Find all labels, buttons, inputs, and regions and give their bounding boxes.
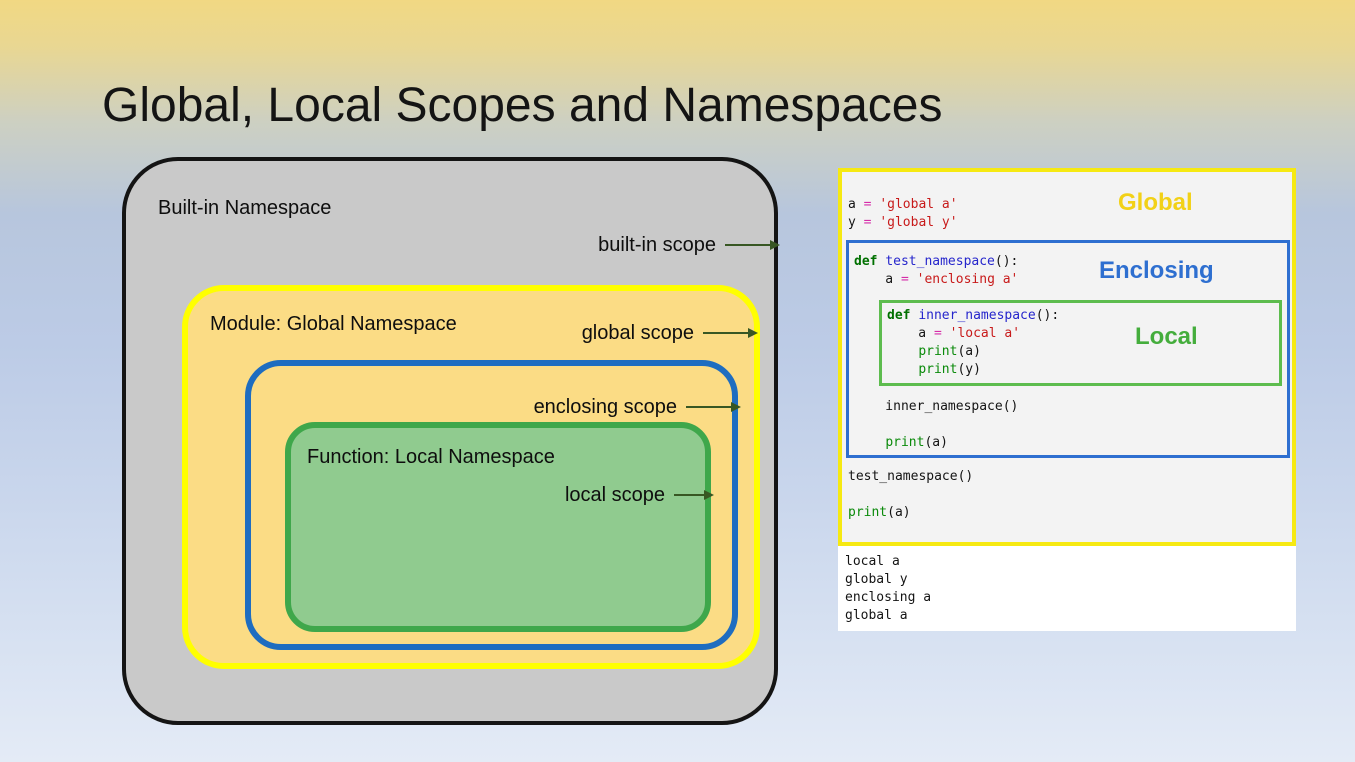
code-line: inner_namespace() xyxy=(854,398,1018,416)
code-token: local a xyxy=(845,554,900,569)
slide-title: Global, Local Scopes and Namespaces xyxy=(102,79,943,132)
local-code-box: def inner_namespace(): a = 'local a' pri… xyxy=(879,300,1282,386)
global-scope-label: global scope xyxy=(581,321,694,344)
code-token: inner_namespace xyxy=(918,308,1036,323)
code-line: a = 'local a' xyxy=(887,325,1059,343)
code-line: print(a) xyxy=(887,343,1059,361)
code-token: a xyxy=(854,272,901,287)
code-token: def xyxy=(887,308,919,323)
code-token: a xyxy=(848,197,864,212)
code-token: global y xyxy=(845,572,908,587)
code-token: 'local a' xyxy=(949,326,1021,341)
code-line: enclosing a xyxy=(845,589,931,607)
code-token: global a xyxy=(845,608,908,623)
code-token: (a) xyxy=(957,344,981,359)
arrow-right-icon xyxy=(674,490,714,500)
code-token: 'global y' xyxy=(879,215,958,230)
code-token: test_namespace xyxy=(885,254,995,269)
code-line: print(a) xyxy=(854,434,1018,452)
code-token: = xyxy=(900,272,917,287)
code-token: 'enclosing a' xyxy=(916,272,1019,287)
enclosing-scope-label: enclosing scope xyxy=(533,395,677,418)
code-token: (): xyxy=(1035,308,1060,323)
code-local-block: def inner_namespace(): a = 'local a' pri… xyxy=(887,307,1059,379)
local-scope-label: local scope xyxy=(564,483,665,506)
global-namespace-label: Module: Global Namespace xyxy=(210,313,457,335)
output-box: local a global y enclosing a global a xyxy=(838,546,1296,631)
code-enclosing-post: inner_namespace() print(a) xyxy=(854,398,1018,452)
code-token: test_namespace() xyxy=(848,469,974,484)
code-token: y xyxy=(848,215,864,230)
slide: Global, Local Scopes and Namespaces Buil… xyxy=(0,0,1355,762)
code-token: (y) xyxy=(957,362,981,377)
code-panel: a = 'global a' y = 'global y' Global def … xyxy=(838,168,1296,546)
code-line: test_namespace() xyxy=(848,468,973,486)
local-namespace-box: Function: Local Namespace xyxy=(285,422,711,632)
code-global-top: a = 'global a' y = 'global y' xyxy=(848,196,958,232)
code-token: = xyxy=(863,215,880,230)
code-line: y = 'global y' xyxy=(848,214,958,232)
code-line: local a xyxy=(845,553,931,571)
code-line: print(a) xyxy=(848,504,973,522)
code-line: def test_namespace(): xyxy=(854,253,1018,271)
code-token: print xyxy=(918,362,958,377)
code-output: local a global y enclosing a global a xyxy=(845,553,931,625)
code-token: print xyxy=(918,344,958,359)
enclosing-section-label: Enclosing xyxy=(1099,257,1214,284)
code-enclosing-pre: def test_namespace(): a = 'enclosing a' xyxy=(854,253,1018,289)
code-token: inner_namespace() xyxy=(854,399,1019,414)
global-section-label: Global xyxy=(1118,189,1193,216)
code-token: enclosing a xyxy=(845,590,932,605)
global-scope-callout: global scope xyxy=(582,320,758,346)
local-namespace-label: Function: Local Namespace xyxy=(307,446,555,468)
code-token: (a) xyxy=(924,435,948,450)
code-global-bottom: test_namespace() print(a) xyxy=(848,468,973,522)
code-token: (): xyxy=(994,254,1019,269)
code-token: = xyxy=(933,326,950,341)
code-token: = xyxy=(863,197,880,212)
code-line: a = 'enclosing a' xyxy=(854,271,1018,289)
enclosing-scope-callout: enclosing scope xyxy=(534,394,741,420)
code-token: print xyxy=(885,435,925,450)
code-line: a = 'global a' xyxy=(848,196,958,214)
code-token: 'global a' xyxy=(879,197,958,212)
arrow-right-icon xyxy=(703,328,758,338)
code-line: def inner_namespace(): xyxy=(887,307,1059,325)
builtin-scope-callout: built-in scope xyxy=(598,232,780,258)
code-line: print(y) xyxy=(887,361,1059,379)
builtin-scope-label: built-in scope xyxy=(598,233,716,256)
builtin-namespace-label: Built-in Namespace xyxy=(158,197,332,219)
local-scope-callout: local scope xyxy=(565,482,714,508)
enclosing-code-box: def test_namespace(): a = 'enclosing a' … xyxy=(846,240,1290,458)
code-line: global a xyxy=(845,607,931,625)
code-token: (a) xyxy=(887,505,911,520)
code-line: global y xyxy=(845,571,931,589)
arrow-right-icon xyxy=(686,402,741,412)
code-token: def xyxy=(854,254,886,269)
arrow-right-icon xyxy=(725,240,780,250)
code-token: print xyxy=(848,505,888,520)
local-section-label: Local xyxy=(1135,323,1198,350)
code-token: a xyxy=(887,326,934,341)
